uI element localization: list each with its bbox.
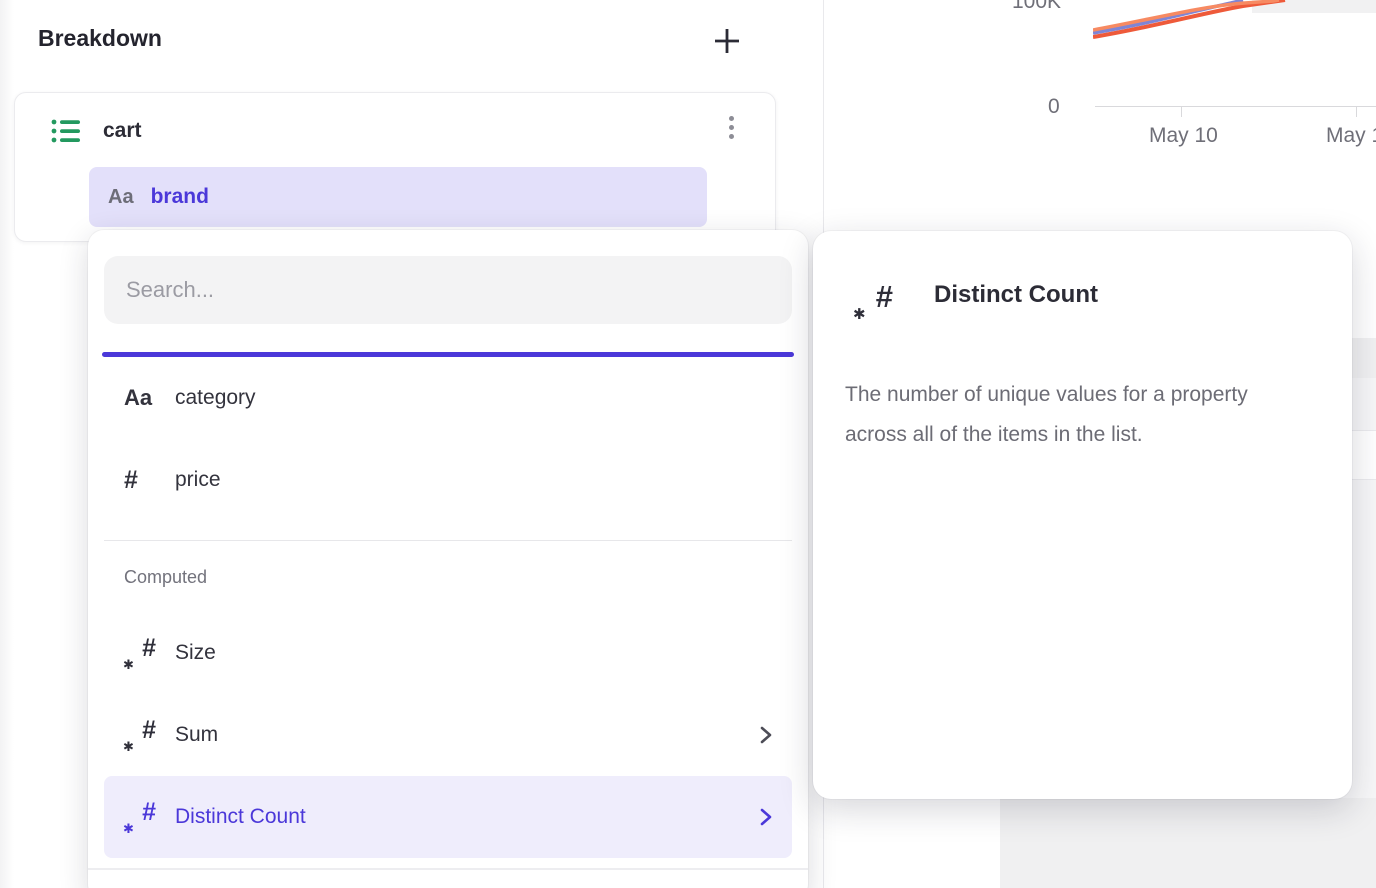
computed-option-distinct-count[interactable]: ✱ # Distinct Count: [104, 776, 792, 858]
number-property-icon: #: [124, 466, 138, 495]
search-input[interactable]: [104, 256, 792, 324]
line-chart: [1093, 0, 1376, 60]
description-title: Distinct Count: [934, 281, 1098, 309]
menu-divider: [88, 868, 808, 870]
plus-icon: [712, 26, 742, 56]
x-axis-line: [1095, 106, 1376, 107]
computed-number-icon: ✱ #: [124, 719, 158, 751]
x-axis-tick: [1356, 107, 1357, 117]
computed-options: ✱ # Size ✱ # Sum: [104, 612, 792, 858]
computed-number-icon: ✱ #: [853, 279, 893, 323]
computed-section-label: Computed: [104, 567, 792, 588]
add-breakdown-button[interactable]: [704, 18, 750, 64]
kebab-icon: [729, 116, 734, 121]
x-axis-tick-label: May 10: [1149, 124, 1218, 148]
computed-option-size[interactable]: ✱ # Size: [104, 612, 792, 694]
x-axis-tick: [1181, 107, 1182, 117]
computed-option-label: Size: [175, 641, 216, 665]
list-property-icon: [51, 117, 81, 145]
description-header: ✱ # Distinct Count: [813, 231, 1352, 323]
computed-number-icon: ✱ #: [124, 801, 158, 833]
menu-divider: [104, 540, 792, 541]
y-axis-tick-label: 0: [1048, 95, 1060, 119]
computed-option-sum[interactable]: ✱ # Sum: [104, 694, 792, 776]
breakdown-card: cart Aa brand: [14, 92, 776, 242]
computed-option-label: Sum: [175, 723, 218, 747]
breakdown-group-row: cart: [51, 107, 761, 155]
property-option-label: price: [175, 468, 221, 492]
property-option-category[interactable]: Aa category: [104, 357, 792, 439]
left-edge-shadow: [0, 0, 14, 888]
search-wrap: [88, 230, 808, 324]
text-property-icon: Aa: [108, 186, 134, 209]
property-option-label: category: [175, 386, 256, 410]
property-list: Aa category # price Computed ✱ # Size: [88, 357, 808, 870]
computed-number-icon: ✱ #: [124, 637, 158, 669]
description-text: The number of unique values for a proper…: [813, 375, 1335, 455]
breakdown-options-button[interactable]: [719, 105, 743, 149]
app-root: 100K 0 May 10 May 1 Breakdown cart: [0, 0, 1376, 888]
breakdown-group-label: cart: [103, 119, 142, 143]
background-table-area: [1000, 798, 1376, 888]
property-description-panel: ✱ # Distinct Count The number of unique …: [813, 231, 1352, 799]
selected-breakdown-property[interactable]: Aa brand: [89, 167, 707, 227]
breakdown-section-title: Breakdown: [38, 25, 162, 52]
property-option-price[interactable]: # price: [104, 439, 792, 521]
y-axis-tick-label: 100K: [1012, 0, 1061, 14]
chevron-right-icon: [760, 726, 772, 744]
text-property-icon: Aa: [124, 385, 152, 411]
property-dropdown: Aa category # price Computed ✱ # Size: [88, 230, 808, 888]
selected-property-label: brand: [151, 185, 209, 209]
x-axis-tick-label: May 1: [1326, 124, 1376, 148]
chevron-right-icon: [760, 808, 772, 826]
computed-option-label: Distinct Count: [175, 805, 306, 829]
